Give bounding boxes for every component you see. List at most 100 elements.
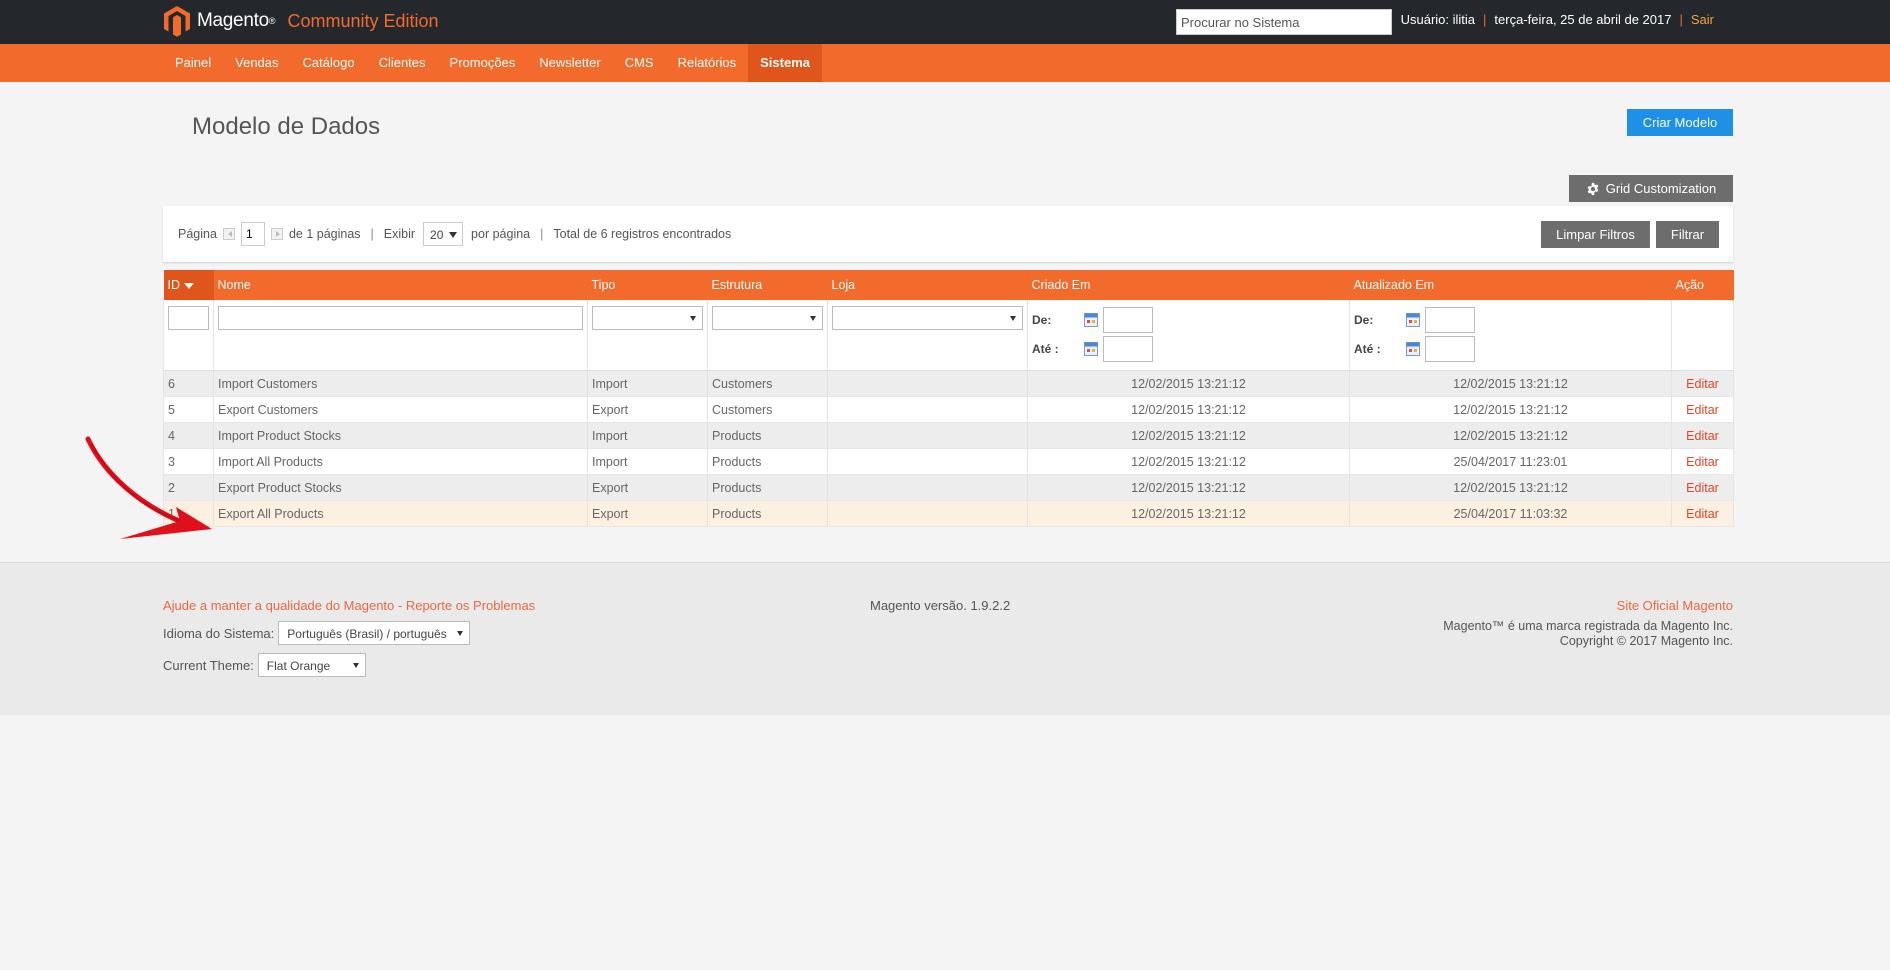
nav-item-relatorios[interactable]: Relatórios <box>666 44 749 82</box>
column-header-structure[interactable]: Estrutura <box>707 270 828 300</box>
cell-updated: 12/02/2015 13:21:12 <box>1349 370 1672 397</box>
filter-cell-store <box>827 300 1028 371</box>
official-site-link[interactable]: Site Oficial Magento <box>1617 598 1733 613</box>
show-label: Exibir <box>383 227 416 241</box>
filter-structure-select[interactable] <box>712 306 823 330</box>
nav-item-promocoes[interactable]: Promoções <box>438 44 528 82</box>
updated-to-input[interactable] <box>1425 335 1475 362</box>
logo-trademark: ® <box>268 16 276 26</box>
cell-store <box>827 396 1028 423</box>
cell-structure: Products <box>707 500 828 527</box>
nav-item-newsletter[interactable]: Newsletter <box>527 44 612 82</box>
edit-link[interactable]: Editar <box>1686 377 1719 391</box>
copyright-block: Magento™ é uma marca registrada da Magen… <box>1443 619 1733 649</box>
theme-select[interactable]: Flat Orange <box>257 653 366 677</box>
cell-action: Editar <box>1671 474 1734 501</box>
logout-link[interactable]: Sair <box>1691 12 1714 27</box>
table-row[interactable]: 6 Import Customers Import Customers 12/02/20… <box>163 370 1734 397</box>
cell-type: Import <box>587 448 708 475</box>
created-from-input[interactable] <box>1103 306 1153 333</box>
filter-cell-action <box>1671 300 1734 371</box>
edit-link[interactable]: Editar <box>1686 507 1719 521</box>
per-page-select[interactable]: 20 <box>423 222 464 246</box>
filter-store-select[interactable] <box>832 306 1023 330</box>
create-template-button[interactable]: Criar Modelo <box>1627 109 1733 136</box>
edit-link[interactable]: Editar <box>1686 455 1719 469</box>
cell-action: Editar <box>1671 370 1734 397</box>
filter-id-input[interactable] <box>168 306 209 330</box>
nav-item-catalogo[interactable]: Catálogo <box>291 44 367 82</box>
column-header-name[interactable]: Nome <box>213 270 588 300</box>
next-page-icon[interactable] <box>270 228 283 240</box>
filter-cell-id <box>163 300 214 371</box>
nav-item-painel[interactable]: Painel <box>163 44 223 82</box>
edit-link[interactable]: Editar <box>1686 403 1719 417</box>
grid-customization-button[interactable]: Grid Customization <box>1569 175 1733 202</box>
cell-type: Export <box>587 396 708 423</box>
pager-separator: | <box>540 227 544 241</box>
table-row[interactable]: 1 Export All Products Export Products 12/02/… <box>163 500 1734 527</box>
date-from-label: De: <box>1354 312 1374 327</box>
updated-to-row: Até : <box>1354 335 1667 362</box>
updated-from-row: De: <box>1354 306 1667 333</box>
column-header-created[interactable]: Criado Em <box>1027 270 1350 300</box>
pager-separator: | <box>370 227 374 241</box>
header-info: Usuário: ilitia | terça-feira, 25 de abr… <box>1401 12 1714 27</box>
data-model-grid: ID Nome Tipo Estrutura Loja Criado Em At… <box>163 270 1734 527</box>
chevron-down-icon <box>449 232 458 238</box>
grid-customization-label: Grid Customization <box>1605 181 1717 196</box>
cell-store <box>827 370 1028 397</box>
edit-link[interactable]: Editar <box>1686 481 1719 495</box>
table-row[interactable]: 2 Export Product Stocks Export Products 12/0… <box>163 474 1734 501</box>
cell-created: 12/02/2015 13:21:12 <box>1027 448 1350 475</box>
date-to-label: Até : <box>1032 341 1059 356</box>
column-header-updated[interactable]: Atualizado Em <box>1349 270 1672 300</box>
page-number-input[interactable] <box>240 222 265 246</box>
edit-link[interactable]: Editar <box>1686 429 1719 443</box>
table-row[interactable]: 4 Import Product Stocks Import Products 12/0… <box>163 422 1734 449</box>
report-issues-link[interactable]: Ajude a manter a qualidade do Magento - … <box>163 598 535 613</box>
date-from-label: De: <box>1032 312 1052 327</box>
cell-id: 6 <box>163 370 214 397</box>
global-search-input[interactable] <box>1176 9 1392 35</box>
column-header-type[interactable]: Tipo <box>587 270 708 300</box>
nav-item-cms[interactable]: CMS <box>613 44 666 82</box>
calendar-icon[interactable] <box>1406 341 1420 356</box>
date-label: terça-feira, 25 de abril de 2017 <box>1494 12 1672 27</box>
language-select[interactable]: Português (Brasil) / português <box>278 621 470 645</box>
date-to-label: Até : <box>1354 341 1381 356</box>
column-header-store[interactable]: Loja <box>827 270 1028 300</box>
filter-name-input[interactable] <box>218 306 583 330</box>
cell-action: Editar <box>1671 500 1734 527</box>
clear-filters-button[interactable]: Limpar Filtros <box>1541 221 1650 248</box>
created-to-row: Até : <box>1032 335 1345 362</box>
nav-item-clientes[interactable]: Clientes <box>367 44 438 82</box>
calendar-icon[interactable] <box>1084 341 1098 356</box>
user-label: Usuário: ilitia <box>1400 12 1476 27</box>
cell-action: Editar <box>1671 396 1734 423</box>
filter-type-select[interactable] <box>592 306 703 330</box>
page-label: Página <box>178 227 217 241</box>
language-value: Português (Brasil) / português <box>287 627 447 641</box>
created-to-input[interactable] <box>1103 335 1153 362</box>
language-label: Idioma do Sistema: <box>163 625 275 641</box>
previous-page-icon[interactable] <box>222 228 235 240</box>
per-page-label: por página <box>471 227 531 241</box>
table-row[interactable]: 3 Import All Products Import Products 12/02/… <box>163 448 1734 475</box>
calendar-icon[interactable] <box>1084 312 1098 327</box>
filter-button[interactable]: Filtrar <box>1656 221 1719 248</box>
nav-item-vendas[interactable]: Vendas <box>223 44 290 82</box>
calendar-icon[interactable] <box>1406 312 1420 327</box>
language-switcher: Idioma do Sistema: Português (Brasil) / … <box>163 621 470 645</box>
cell-structure: Products <box>707 474 828 501</box>
cell-store <box>827 474 1028 501</box>
cell-structure: Products <box>707 448 828 475</box>
magento-logo[interactable]: Magento ® Community Edition <box>163 4 439 38</box>
cell-structure: Customers <box>707 396 828 423</box>
updated-from-input[interactable] <box>1425 306 1475 333</box>
nav-item-sistema[interactable]: Sistema <box>748 44 822 82</box>
of-pages-label: de 1 páginas <box>288 227 361 241</box>
cell-updated: 12/02/2015 13:21:12 <box>1349 474 1672 501</box>
column-header-id[interactable]: ID <box>163 270 214 300</box>
table-row[interactable]: 5 Export Customers Export Customers 12/02/20… <box>163 396 1734 423</box>
